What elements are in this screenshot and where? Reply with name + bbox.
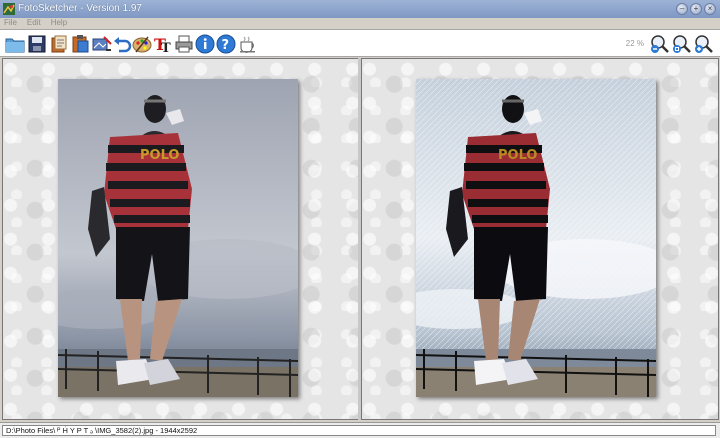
zoom-out-icon[interactable]: [650, 34, 670, 54]
palette-icon[interactable]: [132, 34, 152, 54]
copy-icon[interactable]: [49, 34, 69, 54]
maximize-button[interactable]: +: [690, 3, 702, 15]
zoom-level: 22 %: [625, 39, 644, 48]
zoom-fit-icon[interactable]: [672, 34, 692, 54]
app-icon: [3, 3, 15, 15]
result-image-pane[interactable]: POLO: [361, 58, 719, 420]
original-photo: POLO: [58, 79, 298, 397]
menu-file[interactable]: File: [4, 18, 17, 27]
undo-icon[interactable]: [112, 34, 132, 54]
close-button[interactable]: ×: [704, 3, 716, 15]
save-icon[interactable]: [27, 34, 47, 54]
shirt-text: POLO: [140, 148, 179, 163]
menu-bar: File Edit Help: [0, 18, 720, 28]
help-icon[interactable]: ?: [216, 34, 236, 54]
status-bar: D:\Photo Files\ ᴾ Ḣ Y P T ₔ \IMG_3582(2)…: [0, 422, 720, 438]
file-path-status: D:\Photo Files\ ᴾ Ḣ Y P T ₔ \IMG_3582(2)…: [2, 425, 716, 436]
info-icon[interactable]: [195, 34, 215, 54]
toolbar: T T ? 22 %: [0, 29, 720, 57]
svg-text:?: ?: [222, 38, 230, 53]
batch-process-icon[interactable]: [92, 34, 112, 54]
paste-icon[interactable]: [70, 34, 90, 54]
text-icon[interactable]: T T: [153, 34, 173, 54]
title-bar: FotoSketcher - Version 1.97 ‒ + ×: [0, 0, 720, 18]
svg-text:T: T: [161, 41, 171, 54]
menu-edit[interactable]: Edit: [27, 18, 41, 27]
shirt-text: POLO: [498, 148, 537, 163]
open-folder-icon[interactable]: [5, 34, 25, 54]
window-title: FotoSketcher - Version 1.97: [18, 3, 142, 14]
zoom-in-icon[interactable]: [694, 34, 714, 54]
minimize-button[interactable]: ‒: [676, 3, 688, 15]
menu-help[interactable]: Help: [51, 18, 67, 27]
original-image-pane[interactable]: POLO: [2, 58, 360, 420]
coffee-donate-icon[interactable]: [238, 34, 258, 54]
result-photo: POLO: [416, 79, 656, 397]
print-icon[interactable]: [174, 34, 194, 54]
